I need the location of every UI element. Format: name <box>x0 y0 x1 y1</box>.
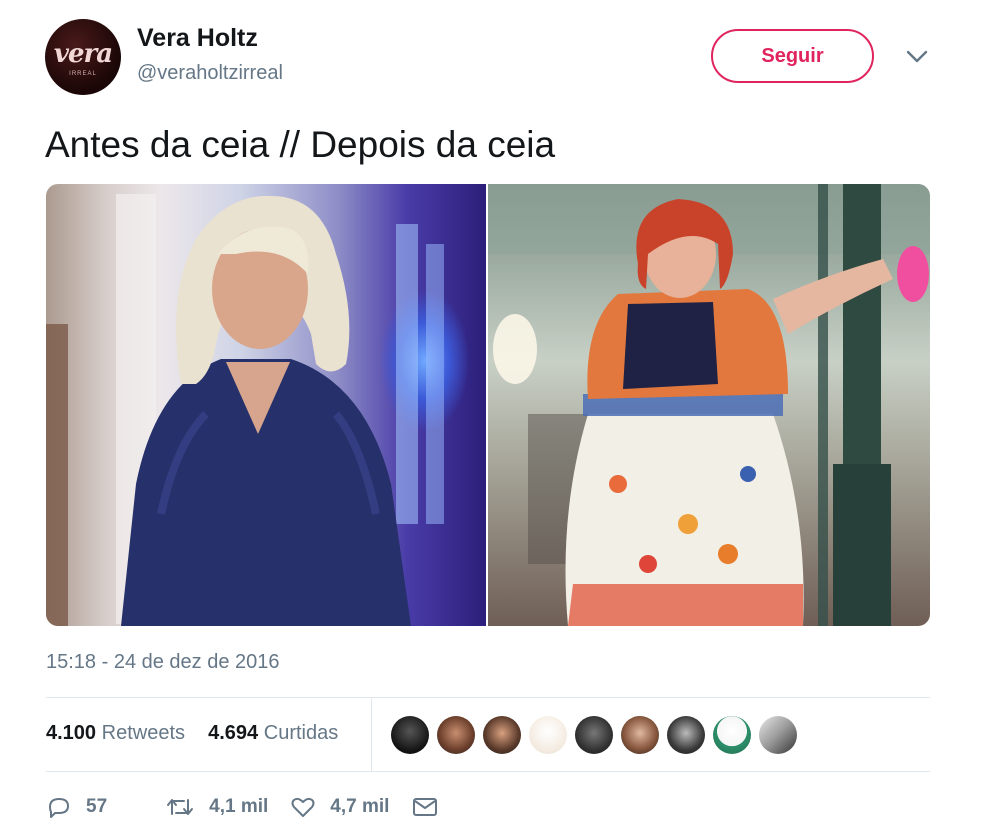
divider-bottom <box>46 771 930 772</box>
avatar-logo-text: vera <box>53 39 113 69</box>
like-count: 4,7 mil <box>330 796 390 817</box>
user-display-name[interactable]: Vera Holtz <box>137 24 258 53</box>
liker-avatar[interactable] <box>759 716 797 754</box>
liker-avatar[interactable] <box>437 716 475 754</box>
photo-after[interactable] <box>488 184 930 626</box>
tweet-timestamp[interactable]: 15:18 - 24 de dez de 2016 <box>46 651 280 674</box>
retweets-label[interactable]: Retweets <box>102 722 185 744</box>
likes-label[interactable]: Curtidas <box>264 722 338 744</box>
user-handle[interactable]: @veraholtzirreal <box>137 62 283 85</box>
reply-icon <box>49 798 69 818</box>
message-button[interactable] <box>411 796 439 818</box>
heart-icon <box>291 797 315 817</box>
liker-avatar[interactable] <box>621 716 659 754</box>
likes-count[interactable]: 4.694 <box>208 722 258 744</box>
reply-count: 57 <box>86 796 108 817</box>
photo-before[interactable] <box>46 184 486 626</box>
follow-button[interactable]: Seguir <box>711 29 874 83</box>
tweet-actions: 57 4,1 mil 4,7 mil <box>46 795 439 819</box>
avatar-logo-subtext: IRREAL <box>69 71 97 77</box>
liker-avatar[interactable] <box>667 716 705 754</box>
reply-button[interactable]: 57 <box>46 795 107 819</box>
liker-avatar[interactable] <box>713 716 751 754</box>
stats-separator <box>371 698 372 771</box>
chevron-down-icon[interactable] <box>905 49 929 65</box>
retweet-icon <box>167 799 194 815</box>
retweet-button[interactable]: 4,1 mil <box>165 795 268 819</box>
woman-in-floral-dress-photo <box>488 184 930 626</box>
tweet-media[interactable] <box>46 184 930 626</box>
like-button[interactable]: 4,7 mil <box>290 795 389 819</box>
liker-avatar[interactable] <box>391 716 429 754</box>
liker-avatar[interactable] <box>483 716 521 754</box>
tweet-text: Antes da ceia // Depois da ceia <box>45 124 556 165</box>
retweets-count[interactable]: 4.100 <box>46 722 96 744</box>
profile-avatar[interactable]: vera IRREAL <box>45 19 121 95</box>
tweet-stats: 4.100 Retweets 4.694 Curtidas <box>46 722 338 745</box>
liker-avatar[interactable] <box>529 716 567 754</box>
envelope-icon <box>413 798 438 816</box>
liker-avatar[interactable] <box>575 716 613 754</box>
liker-avatars <box>391 716 797 754</box>
woman-in-blue-dress-photo <box>46 194 444 626</box>
divider-top <box>46 697 930 698</box>
retweet-count: 4,1 mil <box>209 796 269 817</box>
